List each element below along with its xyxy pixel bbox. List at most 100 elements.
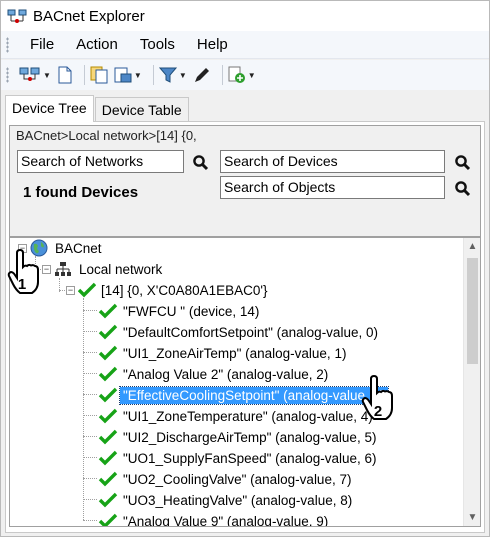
device-tree-view[interactable]: − BACnet − Local network − [14] {0, X'C0… [9,237,481,527]
network-icon [55,262,71,276]
tree-line [83,457,97,458]
menu-file[interactable]: File [19,33,65,56]
check-icon [98,366,118,382]
collapse-toggle[interactable]: − [66,285,75,295]
found-devices-count: 1 found Devices [23,184,139,201]
search-objects-icon[interactable] [454,180,472,198]
tree-node-label: [14] {0, X'C0A80A1EBAC0'} [101,282,268,298]
tree-node-label: "UI1_ZoneAirTemp" (analog-value, 1) [123,345,347,361]
check-icon [98,387,118,403]
add-button[interactable]: ▼ [228,66,256,84]
tab-strip: Device Tree Device Table [5,95,190,122]
search-panel: BACnet>Local network>[14] {0, Search of … [9,125,481,237]
toolbar-separator [152,65,154,85]
tree-node-label: "FWFCU " (device, 14) [123,303,260,319]
menu-action[interactable]: Action [65,33,129,56]
tree-node-object[interactable]: "UO1_SupplyFanSpeed" (analog-value, 6) [98,448,380,468]
copy-button[interactable] [90,66,108,84]
tree-node-label: BACnet [55,240,102,256]
tree-node-label: "DefaultComfortSetpoint" (analog-value, … [123,324,378,340]
tree-line [83,436,97,437]
connect-button[interactable]: ▼ [19,67,51,83]
search-networks-icon[interactable] [192,154,210,172]
filter-icon [158,67,177,83]
connect-dropdown-icon[interactable]: ▼ [43,71,51,80]
toolbar-separator [221,65,223,85]
tree-line [83,499,97,500]
tree-node-object[interactable]: "Analog Value 9" (analog-value, 9) [98,511,331,527]
search-devices-icon[interactable] [454,154,472,172]
search-networks-input[interactable]: Search of Networks [17,150,184,173]
new-document-icon [58,66,72,84]
add-icon [228,66,245,83]
tree-line [83,352,97,353]
callout-1-hand-icon: 1 [7,249,39,294]
copy-icon [90,66,108,84]
tree-node-object[interactable]: "UI1_ZoneTemperature" (analog-value, 4) [98,406,376,426]
check-icon [78,282,96,298]
check-icon [98,450,118,466]
toolbar: ▼ ▼ ▼ ▼ [1,60,489,90]
check-icon [98,345,118,361]
tree-node-object[interactable]: "UO2_CoolingValve" (analog-value, 7) [98,469,354,489]
collapse-toggle[interactable]: − [42,264,51,274]
scroll-thumb[interactable] [467,258,478,364]
callout-2-hand-icon: 2 [361,375,393,420]
tree-line [83,310,97,311]
tree-line [83,415,97,416]
scroll-up-arrow-icon[interactable]: ▲ [464,238,480,255]
callout-1-number: 1 [18,276,26,293]
toolbar-grip[interactable] [6,67,9,83]
pen-icon [194,68,209,82]
tab-device-table[interactable]: Device Table [94,97,189,121]
tree-node-local-network[interactable]: − Local network [42,259,165,279]
export-button[interactable]: ▼ [114,66,142,84]
tree-node-label: "UO1_SupplyFanSpeed" (analog-value, 6) [123,450,377,466]
tree-node-label-selected: "EffectiveCoolingSetpoint" (analog-value… [119,385,389,405]
scroll-down-arrow-icon[interactable]: ▼ [464,509,480,526]
tree-node-label: "Analog Value 2" (analog-value, 2) [123,366,329,382]
menu-bar: File Action Tools Help [1,31,489,59]
tree-node-label: "UI2_DischargeAirTemp" (analog-value, 5) [123,429,377,445]
toolbar-separator [83,65,85,85]
tree-node-object[interactable]: "EffectiveCoolingSetpoint" (analog-value… [98,385,389,405]
tree-scrollbar[interactable]: ▲ ▼ [463,238,480,526]
export-icon [114,67,132,83]
title-bar: BACnet Explorer [1,1,489,31]
tree-line [83,331,97,332]
tree-node-label: "UO3_HeatingValve" (analog-value, 8) [123,492,353,508]
search-devices-input[interactable]: Search of Devices [220,150,445,173]
add-dropdown-icon[interactable]: ▼ [248,71,256,80]
tree-node-object[interactable]: "UI1_ZoneAirTemp" (analog-value, 1) [98,343,349,363]
filter-dropdown-icon[interactable]: ▼ [179,71,187,80]
check-icon [98,471,118,487]
check-icon [98,303,118,319]
menu-tools[interactable]: Tools [129,33,186,56]
tree-line [83,520,97,521]
app-window: BACnet Explorer File Action Tools Help ▼ [0,0,490,537]
check-icon [98,408,118,424]
filter-button[interactable]: ▼ [158,66,187,84]
tree-node-object[interactable]: "UO3_HeatingValve" (analog-value, 8) [98,490,355,510]
search-objects-input[interactable]: Search of Objects [220,176,445,199]
tree-line [83,478,97,479]
check-icon [98,324,118,340]
tree-node-object[interactable]: "FWFCU " (device, 14) [98,301,262,321]
export-dropdown-icon[interactable]: ▼ [134,71,142,80]
tree-node-label: "UO2_CoolingValve" (analog-value, 7) [123,471,352,487]
tree-node-label: "Analog Value 9" (analog-value, 9) [123,513,329,527]
tree-node-object[interactable]: "Analog Value 2" (analog-value, 2) [98,364,331,384]
tree-node-device[interactable]: − [14] {0, X'C0A80A1EBAC0'} [66,280,271,300]
edit-button[interactable] [193,66,211,84]
tree-node-object[interactable]: "DefaultComfortSetpoint" (analog-value, … [98,322,381,342]
menu-help[interactable]: Help [186,33,239,56]
new-button[interactable] [57,66,73,84]
callout-2-number: 2 [374,403,382,420]
tree-node-object[interactable]: "UI2_DischargeAirTemp" (analog-value, 5) [98,427,379,447]
app-logo-icon [7,9,27,23]
tree-line [83,394,97,395]
tab-device-tree[interactable]: Device Tree [5,95,94,122]
check-icon [98,492,118,508]
menu-grip[interactable] [6,36,9,53]
tree-node-label: "UI1_ZoneTemperature" (analog-value, 4) [123,408,373,424]
